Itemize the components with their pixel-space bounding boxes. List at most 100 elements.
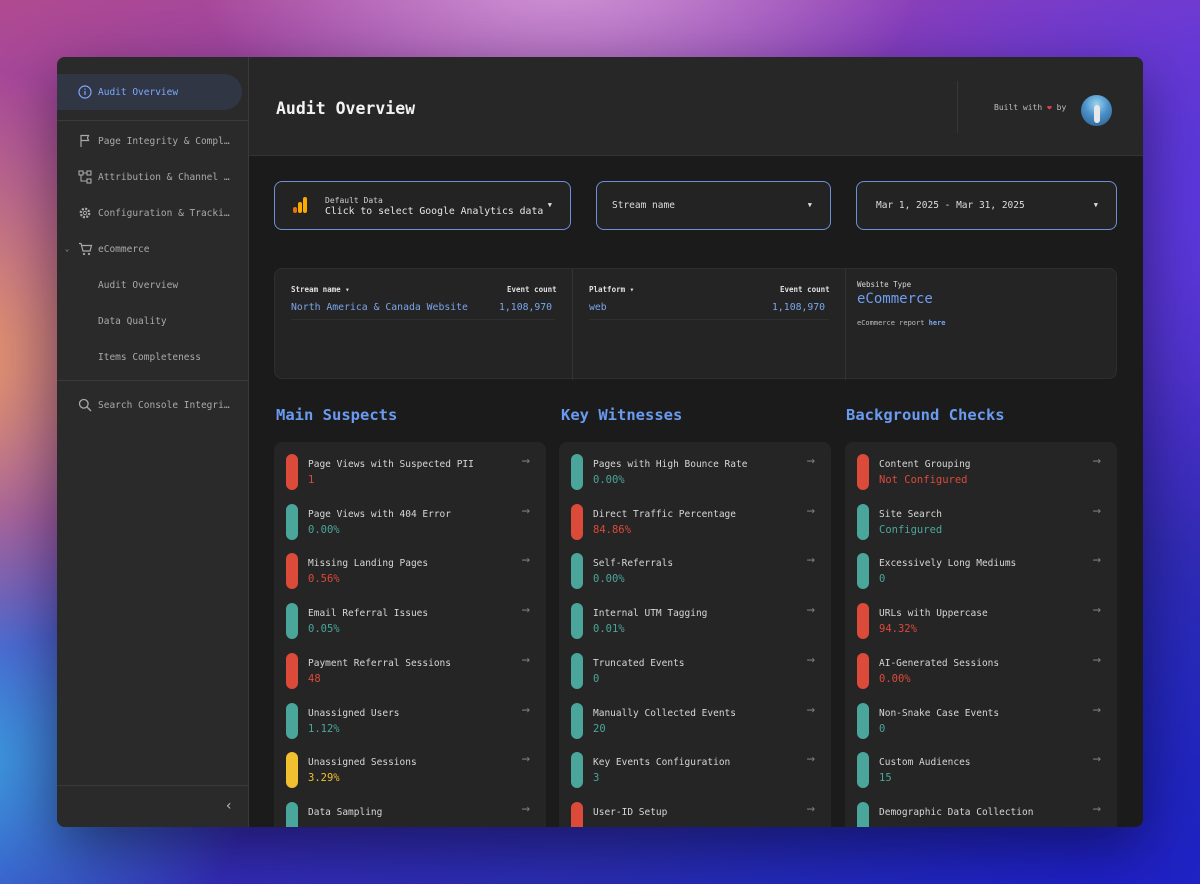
status-indicator [286,553,298,590]
column-header-event-count[interactable]: Event count [780,285,830,294]
check-item[interactable]: Custom Audiences 15 → [845,740,1117,789]
date-range-label: Mar 1, 2025 - Mar 31, 2025 [876,200,1025,211]
ecommerce-report-note: eCommerce report here [857,319,946,327]
check-item[interactable]: Page Views with 404 Error 0.00% → [274,492,546,540]
arrow-right-icon[interactable]: → [1093,801,1101,817]
check-item-value: 84.86% [593,523,631,536]
check-item[interactable]: Site Search Configured → [845,492,1117,540]
check-item[interactable]: Payment Referral Sessions 48 → [274,641,546,689]
status-indicator [286,752,298,789]
arrow-right-icon[interactable]: → [522,801,530,817]
section-title-main-suspects: Main Suspects [276,406,398,424]
check-item[interactable]: User-ID Setup → [559,790,831,827]
avatar[interactable] [1081,95,1112,126]
check-item[interactable]: Content Grouping Not Configured → [845,442,1117,490]
arrow-right-icon[interactable]: → [1093,503,1101,519]
status-indicator [857,652,869,689]
check-item-value: Configured [879,523,943,536]
check-item[interactable]: Unassigned Sessions 3.29% → [274,740,546,789]
arrow-right-icon[interactable]: → [807,751,815,767]
sidebar-item-data-quality[interactable]: Data Quality [57,303,242,339]
arrow-right-icon[interactable]: → [807,801,815,817]
arrow-right-icon[interactable]: → [522,503,530,519]
arrow-right-icon[interactable]: → [1093,453,1101,469]
arrow-right-icon[interactable]: → [807,652,815,668]
status-indicator [286,454,298,490]
built-with-area: Built with ❤ by [957,81,1143,133]
check-item-value: 94.32% [879,623,917,636]
website-type-value: eCommerce [857,291,933,307]
arrow-right-icon[interactable]: → [1093,652,1101,668]
check-item[interactable]: Manually Collected Events 20 → [559,691,831,739]
column-header-platform[interactable]: Platform ▾ [589,285,634,294]
check-item[interactable]: Excessively Long Mediums 0 → [845,541,1117,590]
check-item[interactable]: Page Views with Suspected PII 1 → [274,442,546,490]
arrow-right-icon[interactable]: → [1093,751,1101,767]
arrow-right-icon[interactable]: → [807,602,815,618]
arrow-right-icon[interactable]: → [807,503,815,519]
collapse-sidebar-button[interactable]: ‹ [57,785,249,827]
check-item-name: Manually Collected Events [593,707,736,719]
sidebar-item-ecommerce-audit-overview[interactable]: Audit Overview [57,267,242,303]
cart-icon [76,242,94,256]
check-item[interactable]: Unassigned Users 1.12% → [274,691,546,739]
sidebar-item-attribution[interactable]: Attribution & Channel … [57,159,242,195]
heart-icon: ❤ [1047,103,1052,112]
check-item-name: Custom Audiences [879,757,971,769]
stream-name-selector[interactable]: Stream name ▼ [596,181,831,230]
check-item[interactable]: Pages with High Bounce Rate 0.00% → [559,442,831,490]
check-item[interactable]: Missing Landing Pages 0.56% → [274,541,546,590]
column-header-stream-name[interactable]: Stream name ▾ [291,285,350,294]
check-item-value: 15 [879,772,892,785]
platform-event-count: 1,108,970 [772,302,826,313]
sidebar-item-search-console[interactable]: Search Console Integri… [57,387,242,423]
arrow-right-icon[interactable]: → [807,453,815,469]
check-item[interactable]: Demographic Data Collection → [845,790,1117,827]
column-header-event-count[interactable]: Event count [507,285,557,294]
arrow-right-icon[interactable]: → [522,602,530,618]
check-item[interactable]: Self-Referrals 0.00% → [559,541,831,590]
sidebar-item-page-integrity[interactable]: Page Integrity & Compl… [57,123,242,159]
arrow-right-icon[interactable]: → [522,751,530,767]
sidebar-item-configuration[interactable]: Configuration & Tracki… [57,195,242,231]
sidebar-item-items-completeness[interactable]: Items Completeness [57,339,242,375]
check-item[interactable]: Truncated Events 0 → [559,641,831,689]
arrow-right-icon[interactable]: → [1093,602,1101,618]
card-main-suspects: Page Views with Suspected PII 1 → Page View… [274,442,546,827]
check-item[interactable]: Non-Snake Case Events 0 → [845,691,1117,739]
website-type-panel: Website Type eCommerce eCommerce report … [845,269,1118,380]
arrow-right-icon[interactable]: → [522,652,530,668]
flag-icon [76,134,94,148]
data-source-selector[interactable]: Default Data Click to select Google Anal… [274,181,571,230]
check-item[interactable]: Key Events Configuration 3 → [559,740,831,789]
hierarchy-icon [76,170,94,184]
date-range-selector[interactable]: Mar 1, 2025 - Mar 31, 2025 ▼ [856,181,1117,230]
check-item[interactable]: Internal UTM Tagging 0.01% → [559,591,831,640]
built-with-text: Built with ❤ by [994,103,1067,112]
arrow-right-icon[interactable]: → [807,702,815,718]
row-divider [589,319,829,320]
check-item-name: Missing Landing Pages [308,558,429,570]
status-indicator [286,603,298,640]
check-item[interactable]: Direct Traffic Percentage 84.86% → [559,492,831,540]
arrow-right-icon[interactable]: → [1093,552,1101,568]
ecommerce-report-link[interactable]: here [929,319,946,327]
arrow-right-icon[interactable]: → [522,552,530,568]
check-item[interactable]: Data Sampling → [274,790,546,827]
sidebar-item-ecommerce[interactable]: ⌄ eCommerce [57,231,242,267]
arrow-right-icon[interactable]: → [807,552,815,568]
google-analytics-icon [293,197,307,213]
sidebar-item-audit-overview[interactable]: Audit Overview [57,74,242,110]
status-indicator [571,603,583,640]
section-title-background-checks: Background Checks [846,406,1005,424]
check-item[interactable]: AI-Generated Sessions 0.00% → [845,641,1117,689]
check-item[interactable]: Email Referral Issues 0.05% → [274,591,546,640]
arrow-right-icon[interactable]: → [1093,702,1101,718]
check-item-name: Email Referral Issues [308,608,429,620]
check-item-value: Not Configured [879,474,968,486]
arrow-right-icon[interactable]: → [522,702,530,718]
arrow-right-icon[interactable]: → [522,453,530,469]
check-item[interactable]: URLs with Uppercase 94.32% → [845,591,1117,640]
data-source-label: Click to select Google Analytics data [325,206,544,217]
status-indicator [571,652,583,689]
